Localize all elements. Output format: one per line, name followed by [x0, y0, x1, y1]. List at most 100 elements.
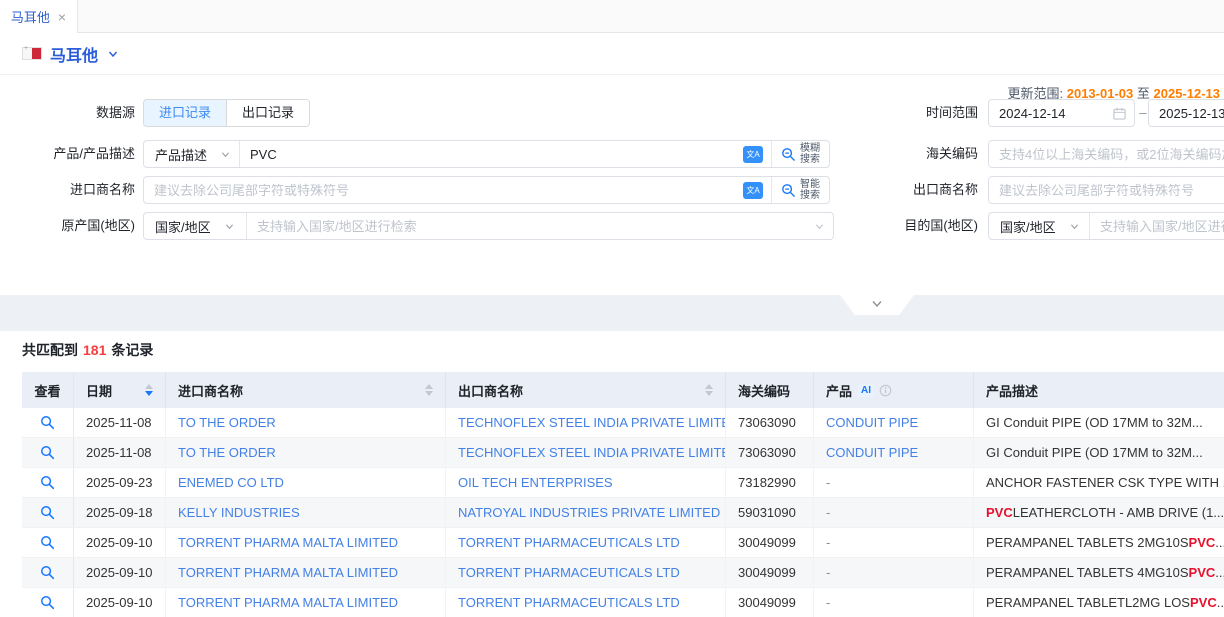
product-type-select[interactable]: 产品描述 [144, 145, 239, 164]
results-area: 共匹配到181条记录 查看 日期 进口商名称 出口商名称 海关编码 [0, 331, 1224, 617]
column-header-view: 查看 [22, 372, 74, 408]
importer-search-input[interactable] [144, 177, 735, 203]
product-cell: - [814, 528, 974, 557]
origin-type-select[interactable]: 国家/地区 [144, 217, 246, 236]
table-row: 2025-09-10TORRENT PHARMA MALTA LIMITEDTO… [22, 528, 1224, 558]
product-search-input[interactable] [240, 141, 735, 167]
chevron-down-icon [225, 222, 234, 231]
hs-code-value: 73182990 [726, 468, 814, 497]
product-empty: - [826, 595, 830, 610]
importer-cell: TO THE ORDER [166, 408, 446, 437]
view-record-button[interactable] [22, 588, 73, 617]
translate-icon[interactable]: 文A [743, 146, 763, 163]
view-record-button[interactable] [22, 408, 73, 437]
time-range-end-field[interactable] [1149, 100, 1224, 126]
exporter-cell: OIL TECH ENTERPRISES [446, 468, 726, 497]
view-record-button[interactable] [22, 498, 73, 527]
importer-link[interactable]: TO THE ORDER [178, 415, 276, 430]
product-cell: - [814, 468, 974, 497]
view-record-button[interactable] [22, 528, 73, 557]
product-description: PERAMPANEL TABLETL2MG LOS PVC... [974, 588, 1224, 617]
view-cell [22, 408, 74, 437]
product-label: 产品/产品描述 [0, 140, 135, 168]
hs-code-value: 30049099 [726, 558, 814, 587]
record-date: 2025-09-10 [74, 558, 166, 587]
exporter-link[interactable]: TORRENT PHARMACEUTICALS LTD [458, 565, 680, 580]
destination-country-input[interactable] [1090, 213, 1224, 239]
tab-import-records[interactable]: 进口记录 [144, 100, 226, 126]
importer-link[interactable]: KELLY INDUSTRIES [178, 505, 300, 520]
exporter-link[interactable]: TORRENT PHARMACEUTICALS LTD [458, 535, 680, 550]
product-cell: CONDUIT PIPE [814, 408, 974, 437]
view-record-button[interactable] [22, 468, 73, 497]
product-cell: - [814, 588, 974, 617]
product-link[interactable]: CONDUIT PIPE [826, 415, 918, 430]
table-row: 2025-11-08TO THE ORDERTECHNOFLEX STEEL I… [22, 408, 1224, 438]
exporter-link[interactable]: NATROYAL INDUSTRIES PRIVATE LIMITED [458, 505, 720, 520]
column-header-date[interactable]: 日期 [74, 372, 166, 408]
column-header-description: 产品描述 [974, 372, 1224, 408]
time-range-separator: – [1138, 99, 1148, 127]
view-record-button[interactable] [22, 438, 73, 467]
exporter-field[interactable] [989, 177, 1224, 203]
collapse-panel-button[interactable] [840, 295, 914, 315]
view-cell [22, 558, 74, 587]
data-source-segmented: 进口记录 出口记录 [143, 99, 310, 127]
product-empty: - [826, 505, 830, 520]
sort-icon[interactable] [417, 384, 433, 396]
column-header-exporter[interactable]: 出口商名称 [446, 372, 726, 408]
destination-country-group: 国家/地区 [988, 212, 1224, 240]
close-icon[interactable]: × [58, 10, 66, 24]
product-input-group: 产品描述 文A 模糊搜索 [143, 140, 830, 168]
keyword-highlight: PVC [1189, 565, 1216, 580]
importer-link[interactable]: TORRENT PHARMA MALTA LIMITED [178, 595, 398, 610]
importer-label: 进口商名称 [0, 176, 135, 204]
importer-link[interactable]: TORRENT PHARMA MALTA LIMITED [178, 535, 398, 550]
importer-link[interactable]: TORRENT PHARMA MALTA LIMITED [178, 565, 398, 580]
results-suffix: 条记录 [111, 342, 153, 358]
product-type-value: 产品描述 [155, 145, 207, 164]
chevron-down-icon [1070, 222, 1079, 231]
product-description: PERAMPANEL TABLETS 2MG10S PVC... [974, 528, 1224, 557]
product-link[interactable]: CONDUIT PIPE [826, 445, 918, 460]
exporter-cell: TORRENT PHARMACEUTICALS LTD [446, 528, 726, 557]
hs-code-input[interactable] [988, 140, 1224, 168]
tab-malta-label: 马耳他 [11, 7, 50, 26]
keyword-highlight: PVC [986, 505, 1013, 520]
sort-icon[interactable] [137, 384, 153, 396]
exporter-link[interactable]: TECHNOFLEX STEEL INDIA PRIVATE LIMITED [458, 445, 726, 460]
column-header-importer[interactable]: 进口商名称 [166, 372, 446, 408]
origin-country-input[interactable] [247, 213, 806, 239]
description-text: ... [1217, 595, 1224, 610]
hs-code-label: 海关编码 [820, 140, 978, 168]
sort-icon[interactable] [697, 384, 713, 396]
importer-link[interactable]: ENEMED CO LTD [178, 475, 284, 490]
exporter-link[interactable]: TORRENT PHARMACEUTICALS LTD [458, 595, 680, 610]
hs-code-value: 30049099 [726, 588, 814, 617]
page-title: 马耳他 [50, 42, 98, 66]
exporter-link[interactable]: TECHNOFLEX STEEL INDIA PRIVATE LIMITED [458, 415, 726, 430]
product-description: PVC LEATHERCLOTH - AMB DRIVE (1... [974, 498, 1224, 527]
tab-export-records[interactable]: 出口记录 [226, 100, 309, 126]
time-range-end-input[interactable] [1148, 99, 1224, 127]
view-record-button[interactable] [22, 558, 73, 587]
translate-icon[interactable]: 文A [743, 182, 763, 199]
keyword-highlight: PVC [1190, 595, 1217, 610]
exporter-link[interactable]: OIL TECH ENTERPRISES [458, 475, 613, 490]
table-header: 查看 日期 进口商名称 出口商名称 海关编码 产品 AI [22, 372, 1224, 408]
destination-type-select[interactable]: 国家/地区 [989, 217, 1089, 236]
filter-panel: 更新范围: 2013-01-03 至 2025-12-13 数据源 进口记录 出… [0, 76, 1224, 295]
hs-code-field[interactable] [989, 141, 1224, 167]
time-range-start-field[interactable] [989, 100, 1113, 126]
exporter-input[interactable] [988, 176, 1224, 204]
fuzzy-search-label: 模糊搜索 [800, 143, 820, 165]
importer-link[interactable]: TO THE ORDER [178, 445, 276, 460]
table-row: 2025-09-10TORRENT PHARMA MALTA LIMITEDTO… [22, 588, 1224, 617]
time-range-start-input[interactable] [988, 99, 1135, 127]
table-row: 2025-09-10 TORRENT PHARMA MALTA LIMITED TO… [22, 558, 1224, 588]
chevron-down-icon[interactable] [108, 49, 118, 59]
info-icon[interactable] [879, 384, 892, 397]
keyword-highlight: PVC [1189, 535, 1216, 550]
tab-malta[interactable]: 马耳他 × [0, 0, 78, 33]
table-row: 2025-09-18KELLY INDUSTRIESNATROYAL INDUS… [22, 498, 1224, 528]
